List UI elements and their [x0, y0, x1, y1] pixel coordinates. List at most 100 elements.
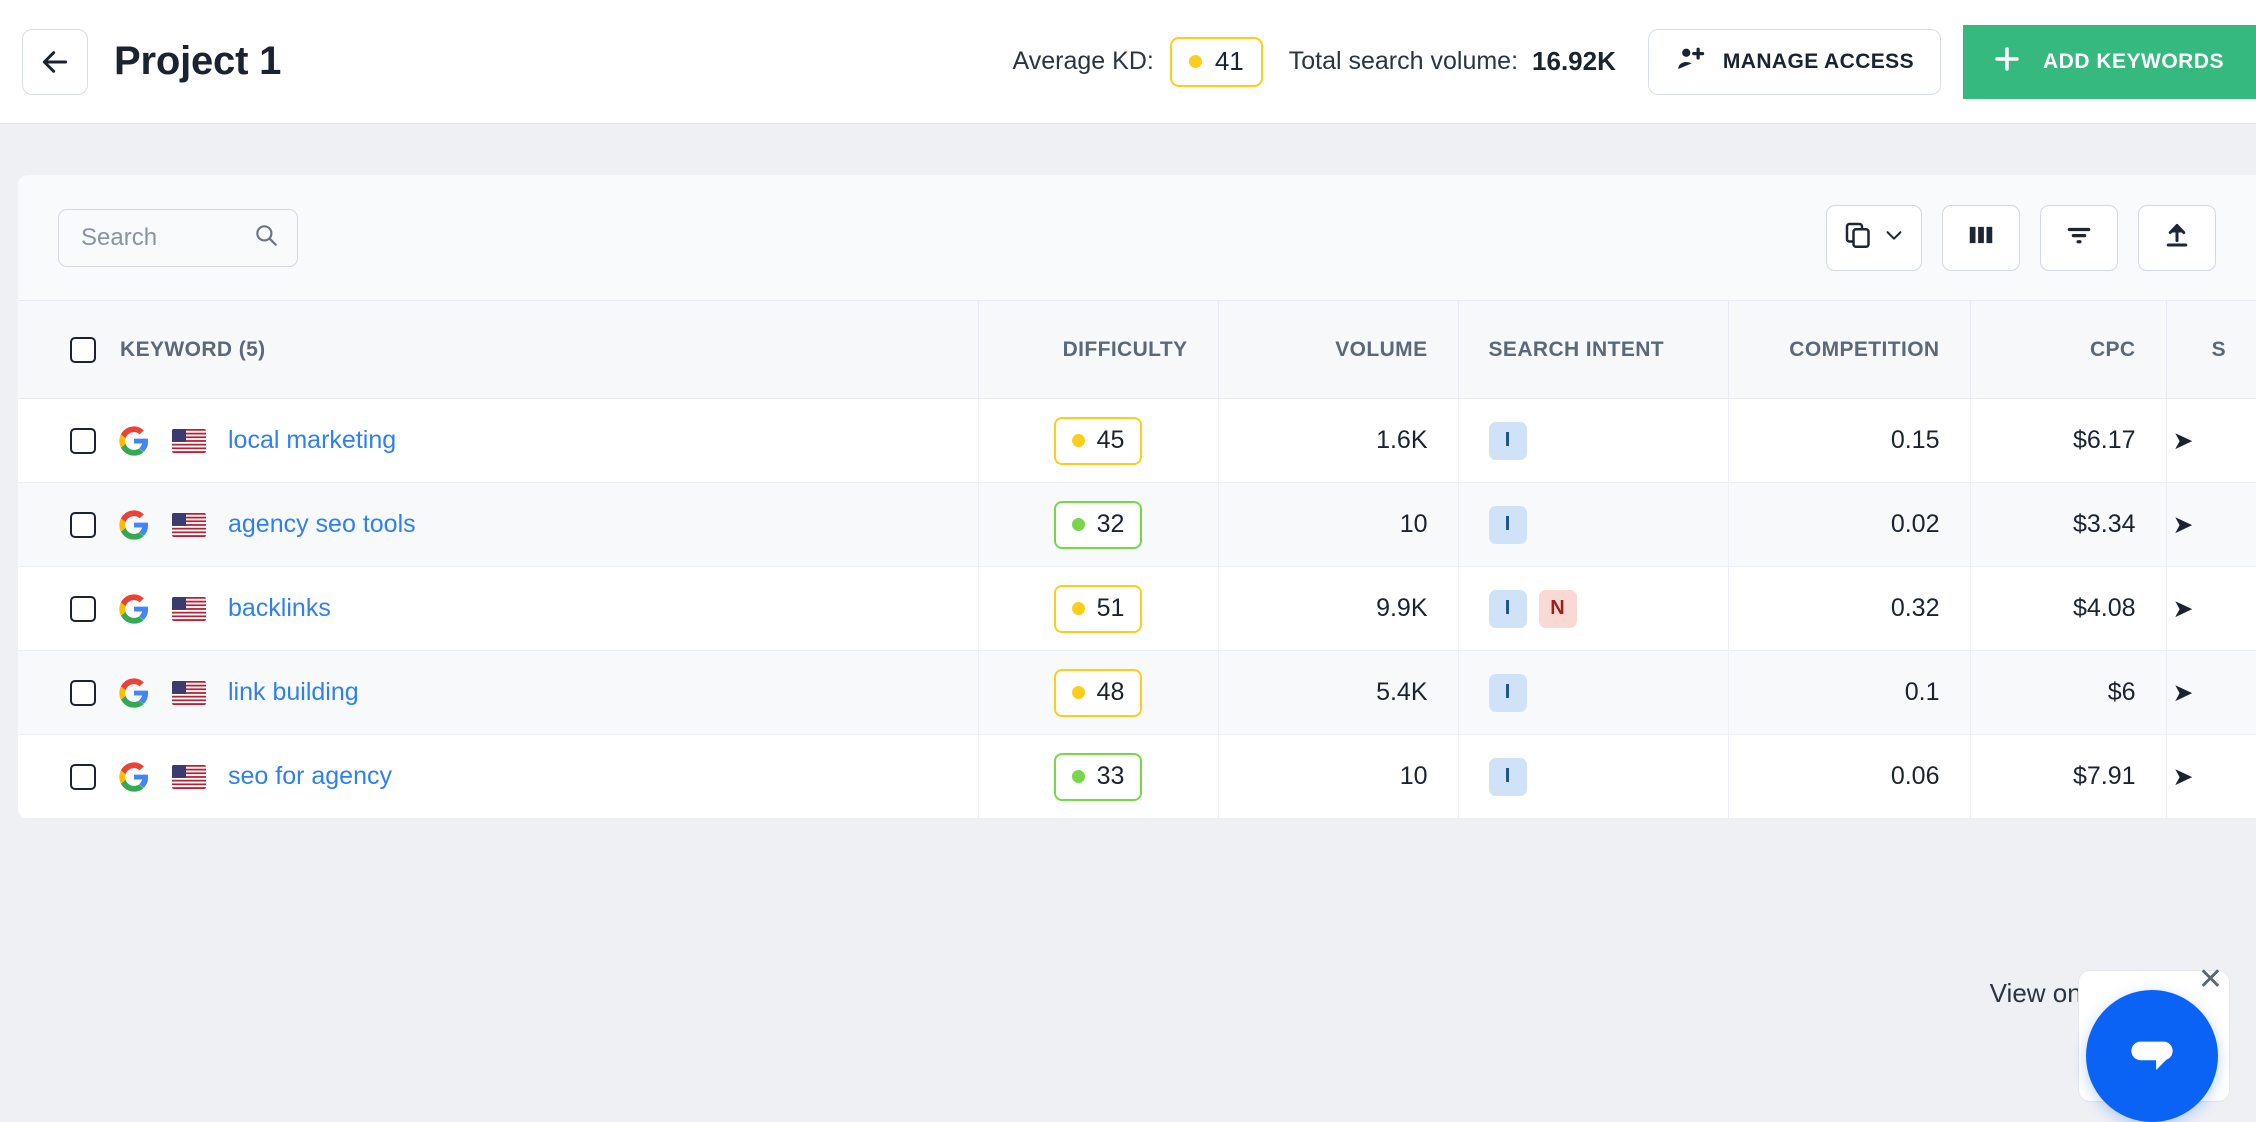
add-keywords-button[interactable]: ADD KEYWORDS [1962, 24, 2256, 99]
difficulty-value: 33 [1096, 762, 1125, 790]
difficulty-cell: 32 [977, 482, 1218, 567]
export-button[interactable] [2138, 204, 2216, 271]
keyword-link[interactable]: link building [228, 678, 359, 707]
difficulty-cell: 48 [977, 650, 1218, 735]
table-row[interactable]: seo for agency 33 10 I 0.06 $7.91 ➤ [18, 734, 2256, 819]
search-intent-cell: I [1457, 482, 1728, 567]
manage-access-button[interactable]: MANAGE ACCESS [1647, 28, 1941, 95]
column-header-serp[interactable]: S [2165, 300, 2256, 399]
search-intent-cell: I [1457, 734, 1728, 819]
serp-cell: ➤ [2165, 566, 2256, 651]
serp-cell: ➤ [2165, 734, 2256, 819]
keyword-link[interactable]: local marketing [228, 426, 396, 455]
volume-cell: 5.4K [1217, 650, 1458, 735]
difficulty-badge: 51 [1053, 584, 1143, 633]
page-title: Project 1 [114, 39, 282, 83]
difficulty-value: 45 [1096, 426, 1125, 454]
search-intent-badge: I [1488, 757, 1527, 796]
select-all-checkbox[interactable] [70, 336, 96, 363]
table-row[interactable]: agency seo tools 32 10 I 0.02 $3.34 ➤ [18, 482, 2256, 567]
competition-cell: 0.02 [1727, 482, 1970, 567]
keyword-link[interactable]: backlinks [228, 594, 331, 623]
search-intent-badge: I [1488, 589, 1527, 628]
keyword-cell: seo for agency [18, 734, 978, 819]
columns-icon [1966, 220, 1996, 255]
search-input[interactable] [81, 223, 253, 252]
competition-cell: 0.15 [1727, 398, 1970, 483]
column-header-cpc[interactable]: CPC [1969, 300, 2166, 399]
row-checkbox[interactable] [70, 763, 96, 790]
column-header-keyword-label: KEYWORD (5) [120, 337, 266, 361]
volume-cell: 10 [1217, 734, 1458, 819]
chat-launcher-button[interactable] [2086, 990, 2218, 1122]
cpc-cell: $6.17 [1969, 398, 2166, 483]
difficulty-cell: 51 [977, 566, 1218, 651]
google-icon [118, 425, 150, 457]
plus-icon [1991, 43, 2023, 80]
search-intent-badge: N [1538, 589, 1577, 628]
column-header-competition[interactable]: COMPETITION [1727, 300, 1970, 399]
kd-dot-icon [1188, 55, 1202, 68]
volume-cell: 9.9K [1217, 566, 1458, 651]
back-button[interactable] [22, 28, 88, 95]
volume-cell: 1.6K [1217, 398, 1458, 483]
top-header-bar: Project 1 Average KD: 41 Total search vo… [0, 0, 2256, 124]
keyword-cell: link building [18, 650, 978, 735]
cpc-cell: $6 [1969, 650, 2166, 735]
cpc-cell: $7.91 [1969, 734, 2166, 819]
keyword-link[interactable]: agency seo tools [228, 510, 416, 539]
table-row[interactable]: link building 48 5.4K I 0.1 $6 ➤ [18, 650, 2256, 735]
manage-access-label: MANAGE ACCESS [1722, 49, 1914, 73]
keyword-cell: backlinks [18, 566, 978, 651]
person-add-icon [1675, 44, 1705, 79]
difficulty-dot-icon [1071, 770, 1085, 783]
google-icon [118, 509, 150, 541]
us-flag-icon [172, 764, 206, 789]
difficulty-cell: 45 [977, 398, 1218, 483]
difficulty-dot-icon [1071, 518, 1085, 531]
chevron-down-icon [1883, 224, 1905, 251]
column-header-difficulty[interactable]: DIFFICULTY [977, 300, 1218, 399]
toolbar-actions [1826, 204, 2216, 271]
column-header-search-intent[interactable]: SEARCH INTENT [1457, 300, 1728, 399]
competition-cell: 0.06 [1727, 734, 1970, 819]
difficulty-cell: 33 [977, 734, 1218, 819]
keywords-table: KEYWORD (5) DIFFICULTY VOLUME SEARCH INT… [18, 300, 2256, 819]
row-checkbox[interactable] [70, 595, 96, 622]
table-row[interactable]: backlinks 51 9.9K IN 0.32 $4.08 ➤ [18, 566, 2256, 651]
keywords-card: KEYWORD (5) DIFFICULTY VOLUME SEARCH INT… [18, 175, 2256, 819]
search-intent-cell: IN [1457, 566, 1728, 651]
search-box[interactable] [58, 208, 298, 267]
google-icon [118, 677, 150, 709]
search-intent-cell: I [1457, 650, 1728, 735]
average-kd-value: 41 [1214, 46, 1244, 76]
row-checkbox[interactable] [70, 511, 96, 538]
difficulty-value: 51 [1096, 594, 1125, 622]
average-kd-label: Average KD: [1012, 47, 1154, 75]
filter-button[interactable] [2040, 204, 2118, 271]
us-flag-icon [172, 428, 206, 453]
columns-button[interactable] [1942, 204, 2020, 271]
difficulty-badge: 33 [1053, 752, 1143, 801]
cpc-cell: $4.08 [1969, 566, 2166, 651]
add-keywords-label: ADD KEYWORDS [2042, 49, 2224, 73]
upload-icon [2162, 220, 2192, 255]
google-icon [118, 593, 150, 625]
us-flag-icon [172, 512, 206, 537]
google-icon [118, 761, 150, 793]
difficulty-badge: 32 [1053, 500, 1143, 549]
column-header-volume[interactable]: VOLUME [1217, 300, 1458, 399]
column-header-keyword[interactable]: KEYWORD (5) [18, 300, 978, 399]
difficulty-dot-icon [1071, 434, 1085, 447]
difficulty-badge: 48 [1053, 668, 1143, 717]
row-checkbox[interactable] [70, 679, 96, 706]
competition-cell: 0.1 [1727, 650, 1970, 735]
close-icon[interactable]: ✕ [2198, 965, 2223, 995]
cpc-cell: $3.34 [1969, 482, 2166, 567]
footer-area: View on page: ✕ [0, 952, 2256, 1122]
keyword-link[interactable]: seo for agency [228, 762, 392, 791]
row-checkbox[interactable] [70, 427, 96, 454]
table-row[interactable]: local marketing 45 1.6K I 0.15 $6.17 ➤ [18, 398, 2256, 483]
competition-cell: 0.32 [1727, 566, 1970, 651]
copy-dropdown-button[interactable] [1826, 204, 1922, 271]
